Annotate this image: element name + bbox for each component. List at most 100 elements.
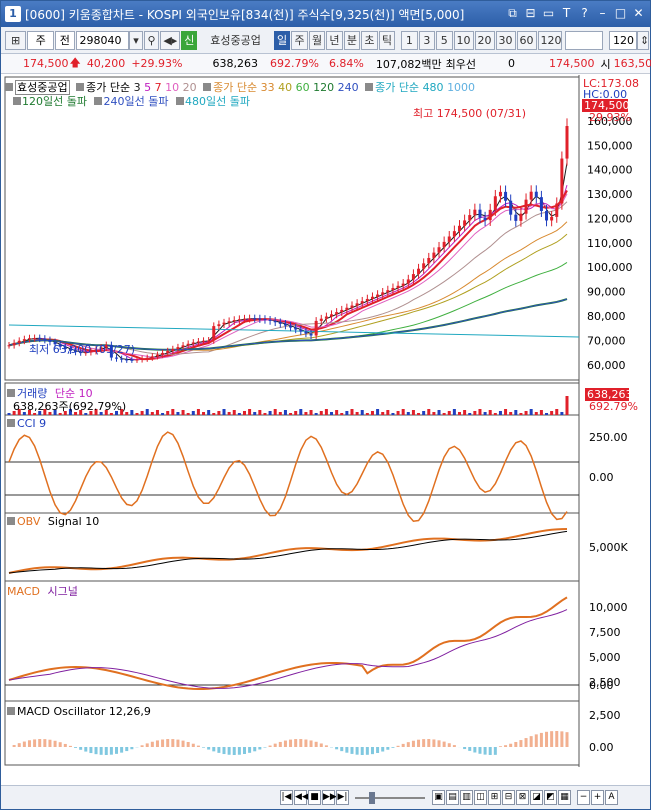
- volume-bar: [437, 410, 441, 415]
- view-5-icon[interactable]: ⊞: [488, 790, 501, 805]
- view-9-icon[interactable]: ◩: [544, 790, 557, 805]
- legend-ma-33: 33: [260, 81, 275, 94]
- interval-10[interactable]: 10: [453, 30, 474, 50]
- last-icon[interactable]: ▶|: [336, 790, 349, 805]
- close-icon[interactable]: ✕: [631, 5, 646, 22]
- candle-body: [432, 252, 436, 258]
- period-week[interactable]: 주: [291, 30, 308, 50]
- candle-body: [304, 331, 308, 334]
- volume-bar: [488, 410, 492, 415]
- price-change: 40,200: [86, 57, 126, 70]
- osc-bar: [242, 747, 246, 755]
- volume-title-icon: [7, 389, 15, 397]
- legend-icon-ma2: [203, 83, 212, 91]
- view-7-icon[interactable]: ⊠: [516, 790, 529, 805]
- stock-code-input[interactable]: 298040: [75, 30, 130, 50]
- count-stepper-icon[interactable]: ⇕: [636, 30, 649, 50]
- chart-area[interactable]: 160,000 150,000 140,000 130,000 120,000 110,0…: [1, 75, 650, 782]
- period-year[interactable]: 년: [326, 30, 343, 50]
- turnover-rate: 6.84%: [328, 57, 364, 70]
- market-select[interactable]: 주: [27, 30, 55, 50]
- osc-title-row: MACD Oscillator 12,26,9: [7, 705, 151, 718]
- osc-bar: [452, 745, 456, 747]
- interval-5[interactable]: 5: [436, 30, 453, 50]
- cci-title-row: CCI 9: [7, 417, 46, 430]
- price-ytick: 60,000: [587, 359, 626, 372]
- stop-icon[interactable]: ■: [308, 790, 321, 805]
- text-icon[interactable]: T: [559, 5, 574, 22]
- link-icon[interactable]: ⊟: [523, 5, 538, 22]
- osc-bar: [550, 731, 554, 747]
- view-6-icon[interactable]: ⊟: [502, 790, 515, 805]
- scroll-bar[interactable]: |◀ ◀◀ ■ ▶▶ ▶| ▣ ▤ ▥ ◫ ⊞ ⊟ ⊠ ◪ ◩ ▦ − + A: [1, 785, 650, 809]
- osc-bar: [115, 747, 119, 754]
- osc-bar: [386, 747, 390, 750]
- restore-icon[interactable]: ⧉: [505, 5, 520, 22]
- view-1-icon[interactable]: ▣: [432, 790, 445, 805]
- osc-bar: [514, 741, 518, 747]
- obv-ytick: 5,000K: [589, 541, 628, 554]
- volume-bar: [422, 411, 426, 415]
- osc-bar: [196, 745, 200, 747]
- candle-body: [355, 303, 359, 306]
- sound-icon[interactable]: ◀▸: [160, 30, 181, 50]
- candle-body: [242, 318, 246, 320]
- interval-120[interactable]: 120: [537, 30, 562, 50]
- interval-30[interactable]: 30: [495, 30, 516, 50]
- candle-body: [483, 217, 487, 221]
- interval-20[interactable]: 20: [474, 30, 495, 50]
- period-tick[interactable]: 틱: [378, 30, 396, 50]
- first-icon[interactable]: |◀: [280, 790, 293, 805]
- interval-1[interactable]: 1: [401, 30, 418, 50]
- grid-icon[interactable]: ⊞: [5, 30, 27, 50]
- osc-bar: [268, 745, 272, 747]
- rewind-icon[interactable]: ◀◀: [294, 790, 309, 805]
- zoom-in-icon[interactable]: +: [591, 790, 604, 805]
- forward-icon[interactable]: ▶▶: [322, 790, 337, 805]
- obv-line: [8, 528, 568, 574]
- osc-bar: [340, 747, 344, 752]
- view-2-icon[interactable]: ▤: [446, 790, 459, 805]
- period-minute[interactable]: 분: [343, 30, 361, 50]
- volume-bar: [253, 412, 257, 415]
- zoom-slider-thumb[interactable]: [369, 791, 375, 804]
- period-second[interactable]: 초: [361, 30, 378, 50]
- candle-body: [176, 347, 180, 350]
- candle-body: [135, 359, 139, 361]
- view-4-icon[interactable]: ◫: [474, 790, 487, 805]
- count-input[interactable]: 120: [608, 30, 637, 50]
- view-10-icon[interactable]: ▦: [558, 790, 571, 805]
- osc-bar: [248, 747, 252, 753]
- period-day[interactable]: 일: [273, 30, 291, 50]
- code-dropdown-icon[interactable]: ▾: [129, 30, 143, 50]
- volume-bar: [457, 412, 461, 415]
- legend-ma-120: 120: [313, 81, 335, 94]
- macd-ytick: 10,000: [589, 601, 628, 614]
- tab-icon[interactable]: ▭: [541, 5, 556, 22]
- text-tool-icon[interactable]: A: [605, 790, 618, 805]
- candle-body: [222, 322, 226, 325]
- interval-custom-input[interactable]: [564, 30, 603, 50]
- volume-bar: [406, 412, 410, 415]
- interval-3[interactable]: 3: [418, 30, 436, 50]
- chart-svg[interactable]: 160,000150,000140,000130,000120,000110,0…: [1, 75, 650, 782]
- maximize-icon[interactable]: □: [613, 5, 628, 22]
- osc-bar: [58, 742, 62, 747]
- candle-body: [125, 359, 129, 361]
- volume-bar: [319, 411, 323, 415]
- help-icon[interactable]: ?: [577, 5, 592, 22]
- volume-bar: [478, 409, 482, 415]
- volume-bar: [335, 410, 339, 415]
- candle-body: [253, 318, 257, 320]
- osc-bar: [294, 739, 298, 747]
- zoom-slider[interactable]: [355, 791, 425, 804]
- search-icon[interactable]: ⚲: [143, 30, 160, 50]
- prev-button[interactable]: 전: [55, 30, 75, 50]
- view-3-icon[interactable]: ▥: [460, 790, 473, 805]
- zoom-out-icon[interactable]: −: [577, 790, 590, 805]
- price-ytick: 80,000: [587, 310, 626, 323]
- view-8-icon[interactable]: ◪: [530, 790, 543, 805]
- period-month[interactable]: 월: [308, 30, 326, 50]
- minimize-icon[interactable]: –: [595, 5, 610, 22]
- interval-60[interactable]: 60: [516, 30, 537, 50]
